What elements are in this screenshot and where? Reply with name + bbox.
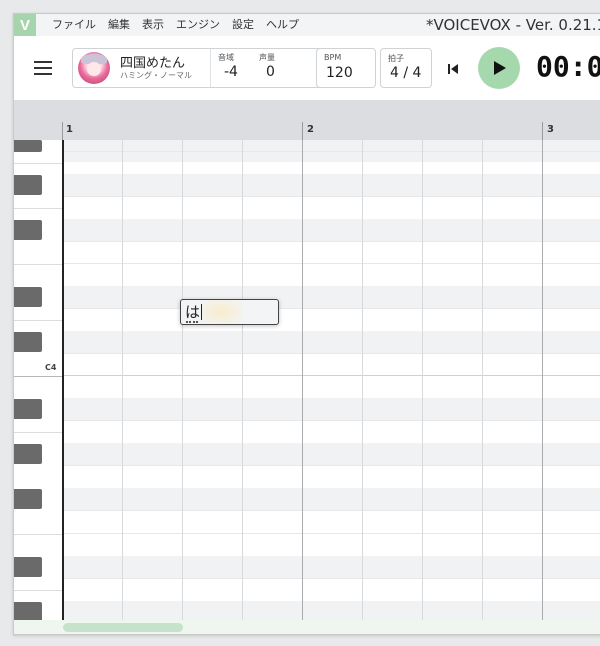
playhead-timecode: 00:00 (536, 50, 600, 83)
play-icon (494, 61, 506, 75)
black-key[interactable] (14, 444, 42, 464)
ime-underline (186, 321, 198, 323)
volume-field[interactable]: 声量 0 (259, 52, 275, 80)
toolbar: 四国めたん ハミング・ノーマル 音域 -4 声量 0 BPM 120 拍子 4 … (14, 36, 600, 100)
horizontal-scrollbar[interactable] (14, 620, 600, 634)
ruler-measure-2: 2 (307, 124, 314, 135)
c4-label: C4 (45, 363, 57, 372)
score-editor: 1 2 3 C4 は (14, 100, 600, 634)
menu-icon[interactable] (34, 61, 52, 75)
menu-view[interactable]: 表示 (136, 14, 170, 36)
ruler-measure-3: 3 (547, 124, 554, 135)
white-key-divider (14, 534, 62, 535)
white-key-divider (14, 320, 62, 321)
time-signature-field[interactable]: 拍子 4 / 4 (380, 48, 432, 88)
app-window: V ファイル 編集 表示 エンジン 設定 ヘルプ *VOICEVOX - Ver… (13, 13, 600, 635)
key-shift-field[interactable]: 音域 -4 (218, 52, 238, 80)
black-key[interactable] (14, 557, 42, 577)
bpm-label: BPM (324, 53, 342, 62)
window-title: *VOICEVOX - Ver. 0.21.1 (426, 16, 600, 34)
volume-label: 声量 (259, 53, 275, 62)
piano-keyboard[interactable]: C4 (14, 140, 64, 634)
black-key[interactable] (14, 175, 42, 195)
singer-name: 四国めたん (120, 56, 186, 71)
time-signature-value: 4 / 4 (390, 65, 422, 81)
white-key-divider (14, 163, 62, 164)
menu-engine[interactable]: エンジン (170, 14, 226, 36)
singer-style: ハミング・ノーマル (120, 71, 192, 80)
white-key-divider (14, 376, 62, 377)
ruler-tick (302, 122, 303, 140)
black-key[interactable] (14, 602, 42, 622)
white-key-divider (14, 264, 62, 265)
menu-bar: V ファイル 編集 表示 エンジン 設定 ヘルプ *VOICEVOX - Ver… (14, 14, 600, 36)
black-key[interactable] (14, 287, 42, 307)
menu-items: ファイル 編集 表示 エンジン 設定 ヘルプ (46, 14, 305, 36)
white-key-divider (14, 432, 62, 433)
black-key[interactable] (14, 220, 42, 240)
play-button[interactable] (478, 47, 520, 89)
key-shift-value: -4 (224, 64, 238, 80)
note-block[interactable] (180, 299, 279, 325)
lyric-input[interactable] (185, 302, 245, 320)
white-key-divider (14, 590, 62, 591)
singer-selector[interactable]: 四国めたん ハミング・ノーマル 音域 -4 声量 0 (72, 48, 329, 88)
bpm-value: 120 (326, 65, 353, 81)
black-key[interactable] (14, 140, 42, 152)
time-signature-label: 拍子 (388, 54, 404, 63)
black-key[interactable] (14, 489, 42, 509)
ruler-tick (62, 122, 63, 140)
white-key-divider (14, 208, 62, 209)
ruler-corner (14, 100, 62, 140)
black-key[interactable] (14, 399, 42, 419)
black-key[interactable] (14, 332, 42, 352)
menu-edit[interactable]: 編集 (102, 14, 136, 36)
volume-value: 0 (266, 64, 275, 80)
bpm-field[interactable]: BPM 120 (316, 48, 376, 88)
scrollbar-thumb[interactable] (63, 623, 183, 632)
note-grid[interactable] (62, 140, 600, 634)
app-logo: V (14, 14, 36, 36)
singer-divider (210, 49, 211, 87)
skip-to-start-icon[interactable] (446, 61, 460, 75)
ruler-measure-1: 1 (66, 124, 73, 135)
menu-settings[interactable]: 設定 (226, 14, 260, 36)
menu-file[interactable]: ファイル (46, 14, 102, 36)
measure-ruler[interactable]: 1 2 3 (62, 100, 600, 140)
key-shift-label: 音域 (218, 53, 234, 62)
text-caret (201, 304, 202, 320)
singer-avatar (78, 52, 110, 84)
menu-help[interactable]: ヘルプ (260, 14, 305, 36)
ruler-tick (542, 122, 543, 140)
